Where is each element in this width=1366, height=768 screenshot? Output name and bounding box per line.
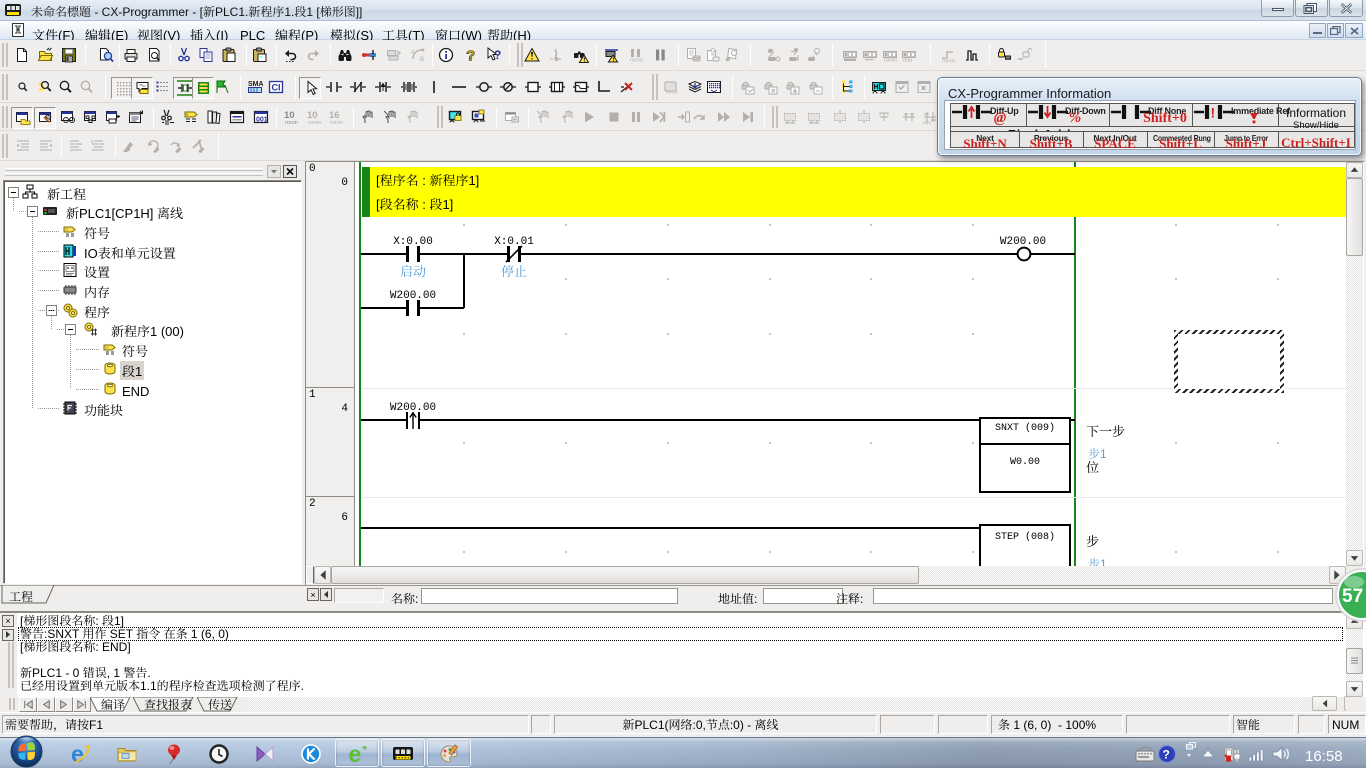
svg-text:e: e <box>349 743 362 765</box>
svg-text:?: ? <box>466 47 475 63</box>
svg-text:57: 57 <box>1342 581 1363 608</box>
svg-text:roron: roron <box>666 89 678 96</box>
svg-text:dup: dup <box>903 56 912 64</box>
svg-text:roron: roron <box>630 56 643 64</box>
svg-text:B: B <box>420 54 424 63</box>
svg-text:?: ? <box>494 47 501 63</box>
svg-text:A: A <box>411 47 415 56</box>
svg-text:roron: roron <box>308 118 321 125</box>
svg-text:roron: roron <box>942 57 955 64</box>
svg-text:mm: mm <box>923 120 931 126</box>
svg-text:001: 001 <box>256 115 268 125</box>
svg-text:?: ? <box>1163 746 1170 763</box>
svg-text:roron: roron <box>330 118 343 125</box>
svg-text:roron: roron <box>884 56 897 64</box>
svg-text:!: ! <box>1211 104 1216 120</box>
svg-text:CI: CI <box>272 81 281 94</box>
svg-text:roron: roron <box>285 118 298 125</box>
